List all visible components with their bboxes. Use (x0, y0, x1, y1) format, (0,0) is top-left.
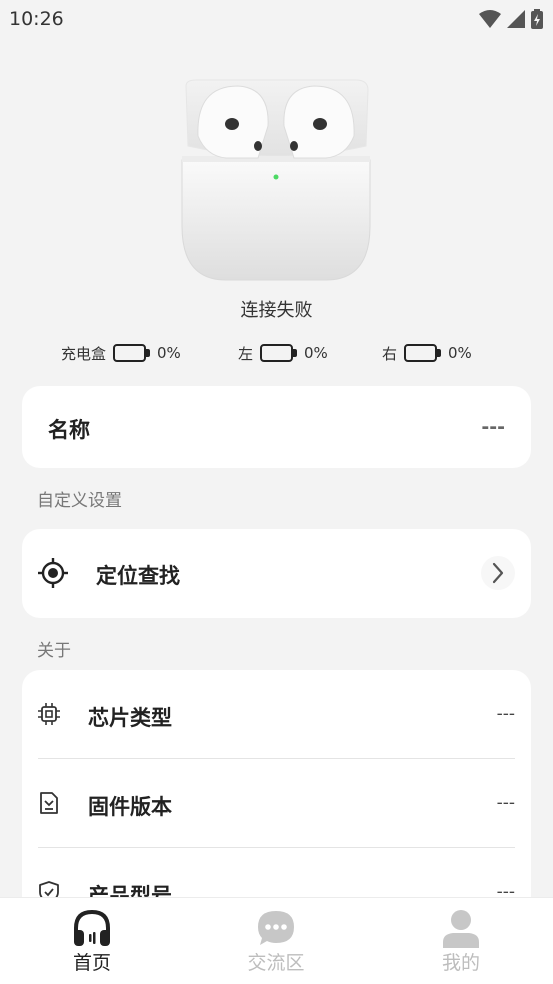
status-bar: 10:26 (0, 0, 553, 38)
tab-profile[interactable]: 我的 (401, 898, 521, 984)
status-time: 10:26 (9, 8, 64, 30)
firmware-version-row[interactable]: 固件版本 --- (22, 759, 531, 848)
tab-home[interactable]: 首页 (32, 898, 152, 984)
battery-charging-icon (531, 9, 543, 29)
tab-community-label: 交流区 (247, 952, 305, 974)
headphones-icon (74, 909, 110, 946)
tab-home-label: 首页 (72, 952, 111, 974)
device-name-label: 名称 (48, 418, 90, 442)
locate-find-item[interactable]: 定位查找 (22, 529, 531, 618)
battery-case-percent: 0% (157, 344, 181, 362)
earbuds-case-image (181, 79, 371, 281)
battery-right: 右 0% (382, 342, 472, 364)
locate-find-label: 定位查找 (96, 564, 180, 588)
battery-case: 充电盒 0% (61, 342, 181, 364)
chip-type-value: --- (496, 704, 515, 724)
battery-icon (404, 344, 442, 362)
tab-community[interactable]: 交流区 (216, 898, 336, 984)
chat-bubble-icon (258, 911, 294, 945)
custom-settings-title: 自定义设置 (37, 491, 122, 511)
person-icon (443, 910, 479, 948)
firmware-version-label: 固件版本 (88, 795, 172, 819)
signal-icon (507, 10, 525, 28)
device-name-value: --- (481, 416, 505, 438)
chip-icon (38, 703, 60, 725)
wifi-icon (479, 10, 501, 28)
chevron-right-icon[interactable] (481, 556, 515, 590)
chip-type-row[interactable]: 芯片类型 --- (22, 670, 531, 759)
locate-target-icon (38, 558, 68, 588)
bottom-tab-bar: 首页 交流区 我的 (0, 897, 553, 984)
chip-type-label: 芯片类型 (88, 706, 172, 730)
battery-left: 左 0% (238, 342, 328, 364)
firmware-icon (40, 792, 58, 814)
device-name-card[interactable]: 名称 --- (22, 386, 531, 468)
battery-right-label: 右 (382, 344, 398, 363)
about-title: 关于 (37, 641, 71, 661)
battery-left-percent: 0% (304, 344, 328, 362)
battery-icon (113, 344, 151, 362)
firmware-version-value: --- (496, 793, 515, 813)
battery-case-label: 充电盒 (61, 344, 107, 363)
battery-right-percent: 0% (448, 344, 472, 362)
tab-profile-label: 我的 (441, 952, 480, 974)
battery-left-label: 左 (238, 344, 254, 363)
battery-icon (260, 344, 298, 362)
connection-status: 连接失败 (240, 300, 313, 321)
status-icons (479, 6, 543, 32)
about-card: 芯片类型 --- 固件版本 --- 产品型号 --- (22, 670, 531, 930)
